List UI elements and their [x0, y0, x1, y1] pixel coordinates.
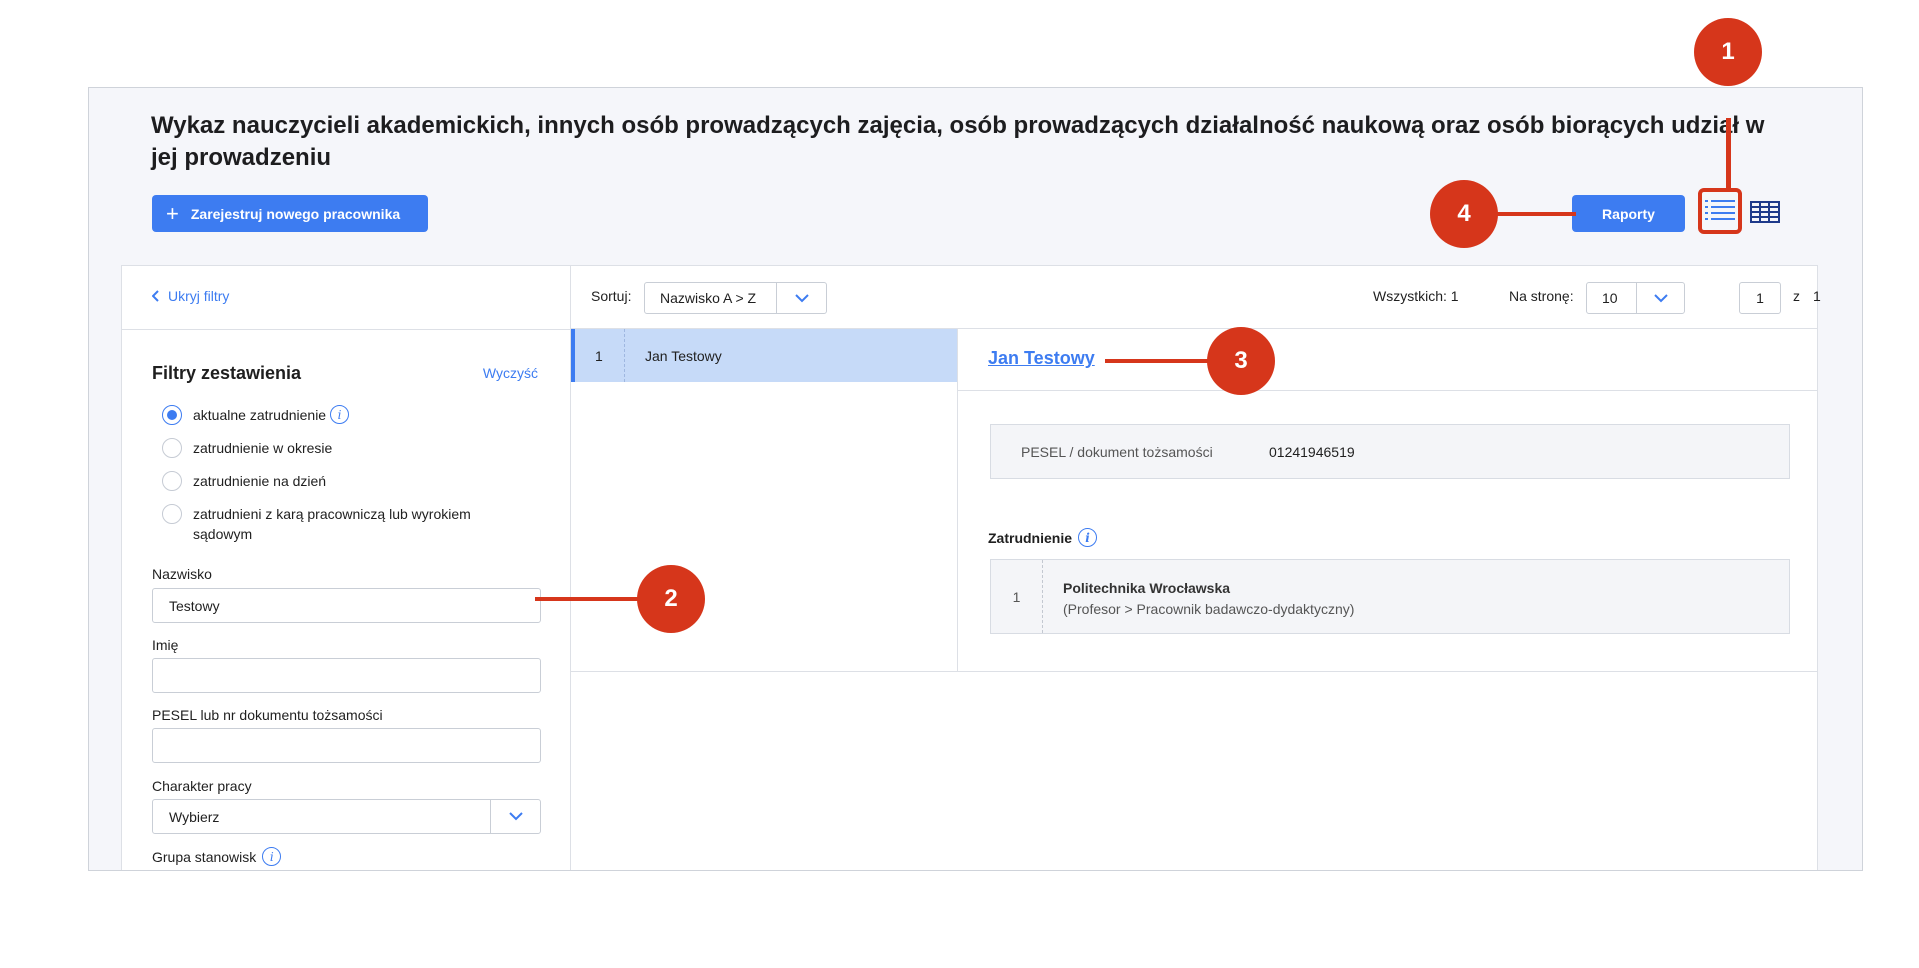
annotation-badge-1: 1 [1694, 18, 1762, 86]
page-number-input[interactable]: 1 [1739, 282, 1781, 314]
radio-button[interactable] [162, 504, 182, 524]
radio-button-selected[interactable] [162, 405, 182, 425]
annotation-line-2 [535, 597, 641, 601]
sort-label: Sortuj: [591, 288, 632, 304]
results-toolbar: Sortuj: Nazwisko A > Z Wszystkich: 1 Na … [571, 266, 1821, 329]
per-page-select[interactable]: 10 [1586, 282, 1685, 314]
screenshot-stage: Wykaz nauczycieli akademickich, innych o… [0, 0, 1919, 968]
firstname-label: Imię [152, 637, 179, 653]
radio-employment-penalty[interactable]: zatrudnieni z karą pracowniczą lub wyrok… [162, 504, 502, 544]
list-item-number: 1 [575, 329, 625, 382]
radio-button[interactable] [162, 471, 182, 491]
clear-filters-link[interactable]: Wyczyść [483, 365, 538, 381]
sort-value: Nazwisko A > Z [660, 290, 757, 306]
work-type-select[interactable]: Wybierz [152, 799, 541, 834]
register-employee-button[interactable]: + Zarejestruj nowego pracownika [152, 195, 428, 232]
radio-employment-date[interactable]: zatrudnienie na dzień [162, 471, 326, 491]
per-page-label: Na stronę: [1509, 288, 1574, 304]
info-icon[interactable]: i [330, 405, 349, 424]
hide-filters-link[interactable]: Ukryj filtry [152, 288, 229, 304]
page-title: Wykaz nauczycieli akademickich, innych o… [151, 112, 1765, 171]
annotation-line-1 [1726, 118, 1731, 190]
sort-select[interactable]: Nazwisko A > Z [644, 282, 827, 314]
radio-label: zatrudnienie na dzień [193, 473, 327, 489]
app-frame: Wykaz nauczycieli akademickich, innych o… [88, 87, 1863, 871]
surname-input[interactable]: Testowy [152, 588, 541, 623]
firstname-input[interactable] [152, 658, 541, 693]
employment-heading: Zatrudnienie i [988, 528, 1098, 547]
annotation-line-4 [1490, 212, 1576, 216]
radio-button[interactable] [162, 438, 182, 458]
annotation-badge-3: 3 [1207, 327, 1275, 395]
work-type-value: Wybierz [169, 808, 220, 825]
radio-label: zatrudnienie w okresie [193, 440, 333, 456]
table-view-icon [1750, 201, 1780, 223]
chevron-down-icon[interactable] [1636, 283, 1684, 313]
work-type-label: Charakter pracy [152, 778, 252, 794]
content-panel: Ukryj filtry Filtry zestawienia Wyczyść … [121, 265, 1821, 870]
detail-panel: Jan Testowy PESEL / dokument tożsamości … [958, 329, 1818, 672]
list-item-name: Jan Testowy [645, 347, 722, 364]
table-view-toggle[interactable] [1749, 199, 1781, 225]
pesel-input[interactable] [152, 728, 541, 763]
employment-number: 1 [991, 560, 1043, 633]
employment-organization: Politechnika Wrocławska [1063, 580, 1231, 596]
reports-button[interactable]: Raporty [1572, 195, 1685, 232]
surname-label: Nazwisko [152, 566, 212, 582]
total-count: Wszystkich: 1 [1373, 288, 1459, 304]
pesel-key: PESEL / dokument tożsamości [1021, 443, 1213, 460]
page-total: 1 [1813, 288, 1821, 304]
employment-item: 1 Politechnika Wrocławska (Profesor > Pr… [990, 559, 1790, 634]
info-icon[interactable]: i [262, 847, 282, 866]
annotation-badge-2: 2 [637, 565, 705, 633]
radio-label: aktualne zatrudnienie i [193, 405, 349, 425]
list-item[interactable]: 1 Jan Testowy [571, 329, 957, 382]
plus-icon: + [166, 200, 179, 226]
filters-title: Filtry zestawienia [152, 363, 302, 383]
radio-label: zatrudnieni z karą pracowniczą lub wyrok… [193, 506, 471, 542]
info-icon[interactable]: i [1078, 528, 1098, 547]
chevron-left-icon [152, 290, 159, 302]
register-employee-label: Zarejestruj nowego pracownika [190, 205, 401, 222]
results-list: 1 Jan Testowy [571, 329, 958, 672]
filters-panel: Ukryj filtry Filtry zestawienia Wyczyść … [122, 266, 571, 870]
list-view-icon [1705, 200, 1735, 220]
divider [122, 329, 571, 330]
employment-role: (Profesor > Pracownik badawczo-dydaktycz… [1063, 601, 1355, 617]
hide-filters-label: Ukryj filtry [168, 288, 230, 304]
per-page-value: 10 [1602, 290, 1618, 306]
chevron-down-icon[interactable] [776, 283, 826, 313]
radio-current-employment[interactable]: aktualne zatrudnienie i [162, 405, 349, 425]
page-of-label: z [1793, 288, 1800, 304]
list-view-toggle[interactable] [1698, 188, 1742, 234]
pesel-label: PESEL lub nr dokumentu tożsamości [152, 707, 383, 723]
pesel-value: 01241946519 [1269, 443, 1355, 460]
position-group-label: Grupa stanowisk i [152, 847, 282, 866]
annotation-badge-4: 4 [1430, 180, 1498, 248]
annotation-line-3 [1105, 359, 1211, 363]
detail-header: Jan Testowy [958, 329, 1818, 391]
chevron-down-icon[interactable] [490, 800, 540, 833]
employee-name-link[interactable]: Jan Testowy [988, 348, 1095, 369]
radio-employment-period[interactable]: zatrudnienie w okresie [162, 438, 332, 458]
pesel-info: PESEL / dokument tożsamości 01241946519 [990, 424, 1790, 479]
employment-text: Politechnika Wrocławska (Profesor > Prac… [1043, 560, 1354, 633]
